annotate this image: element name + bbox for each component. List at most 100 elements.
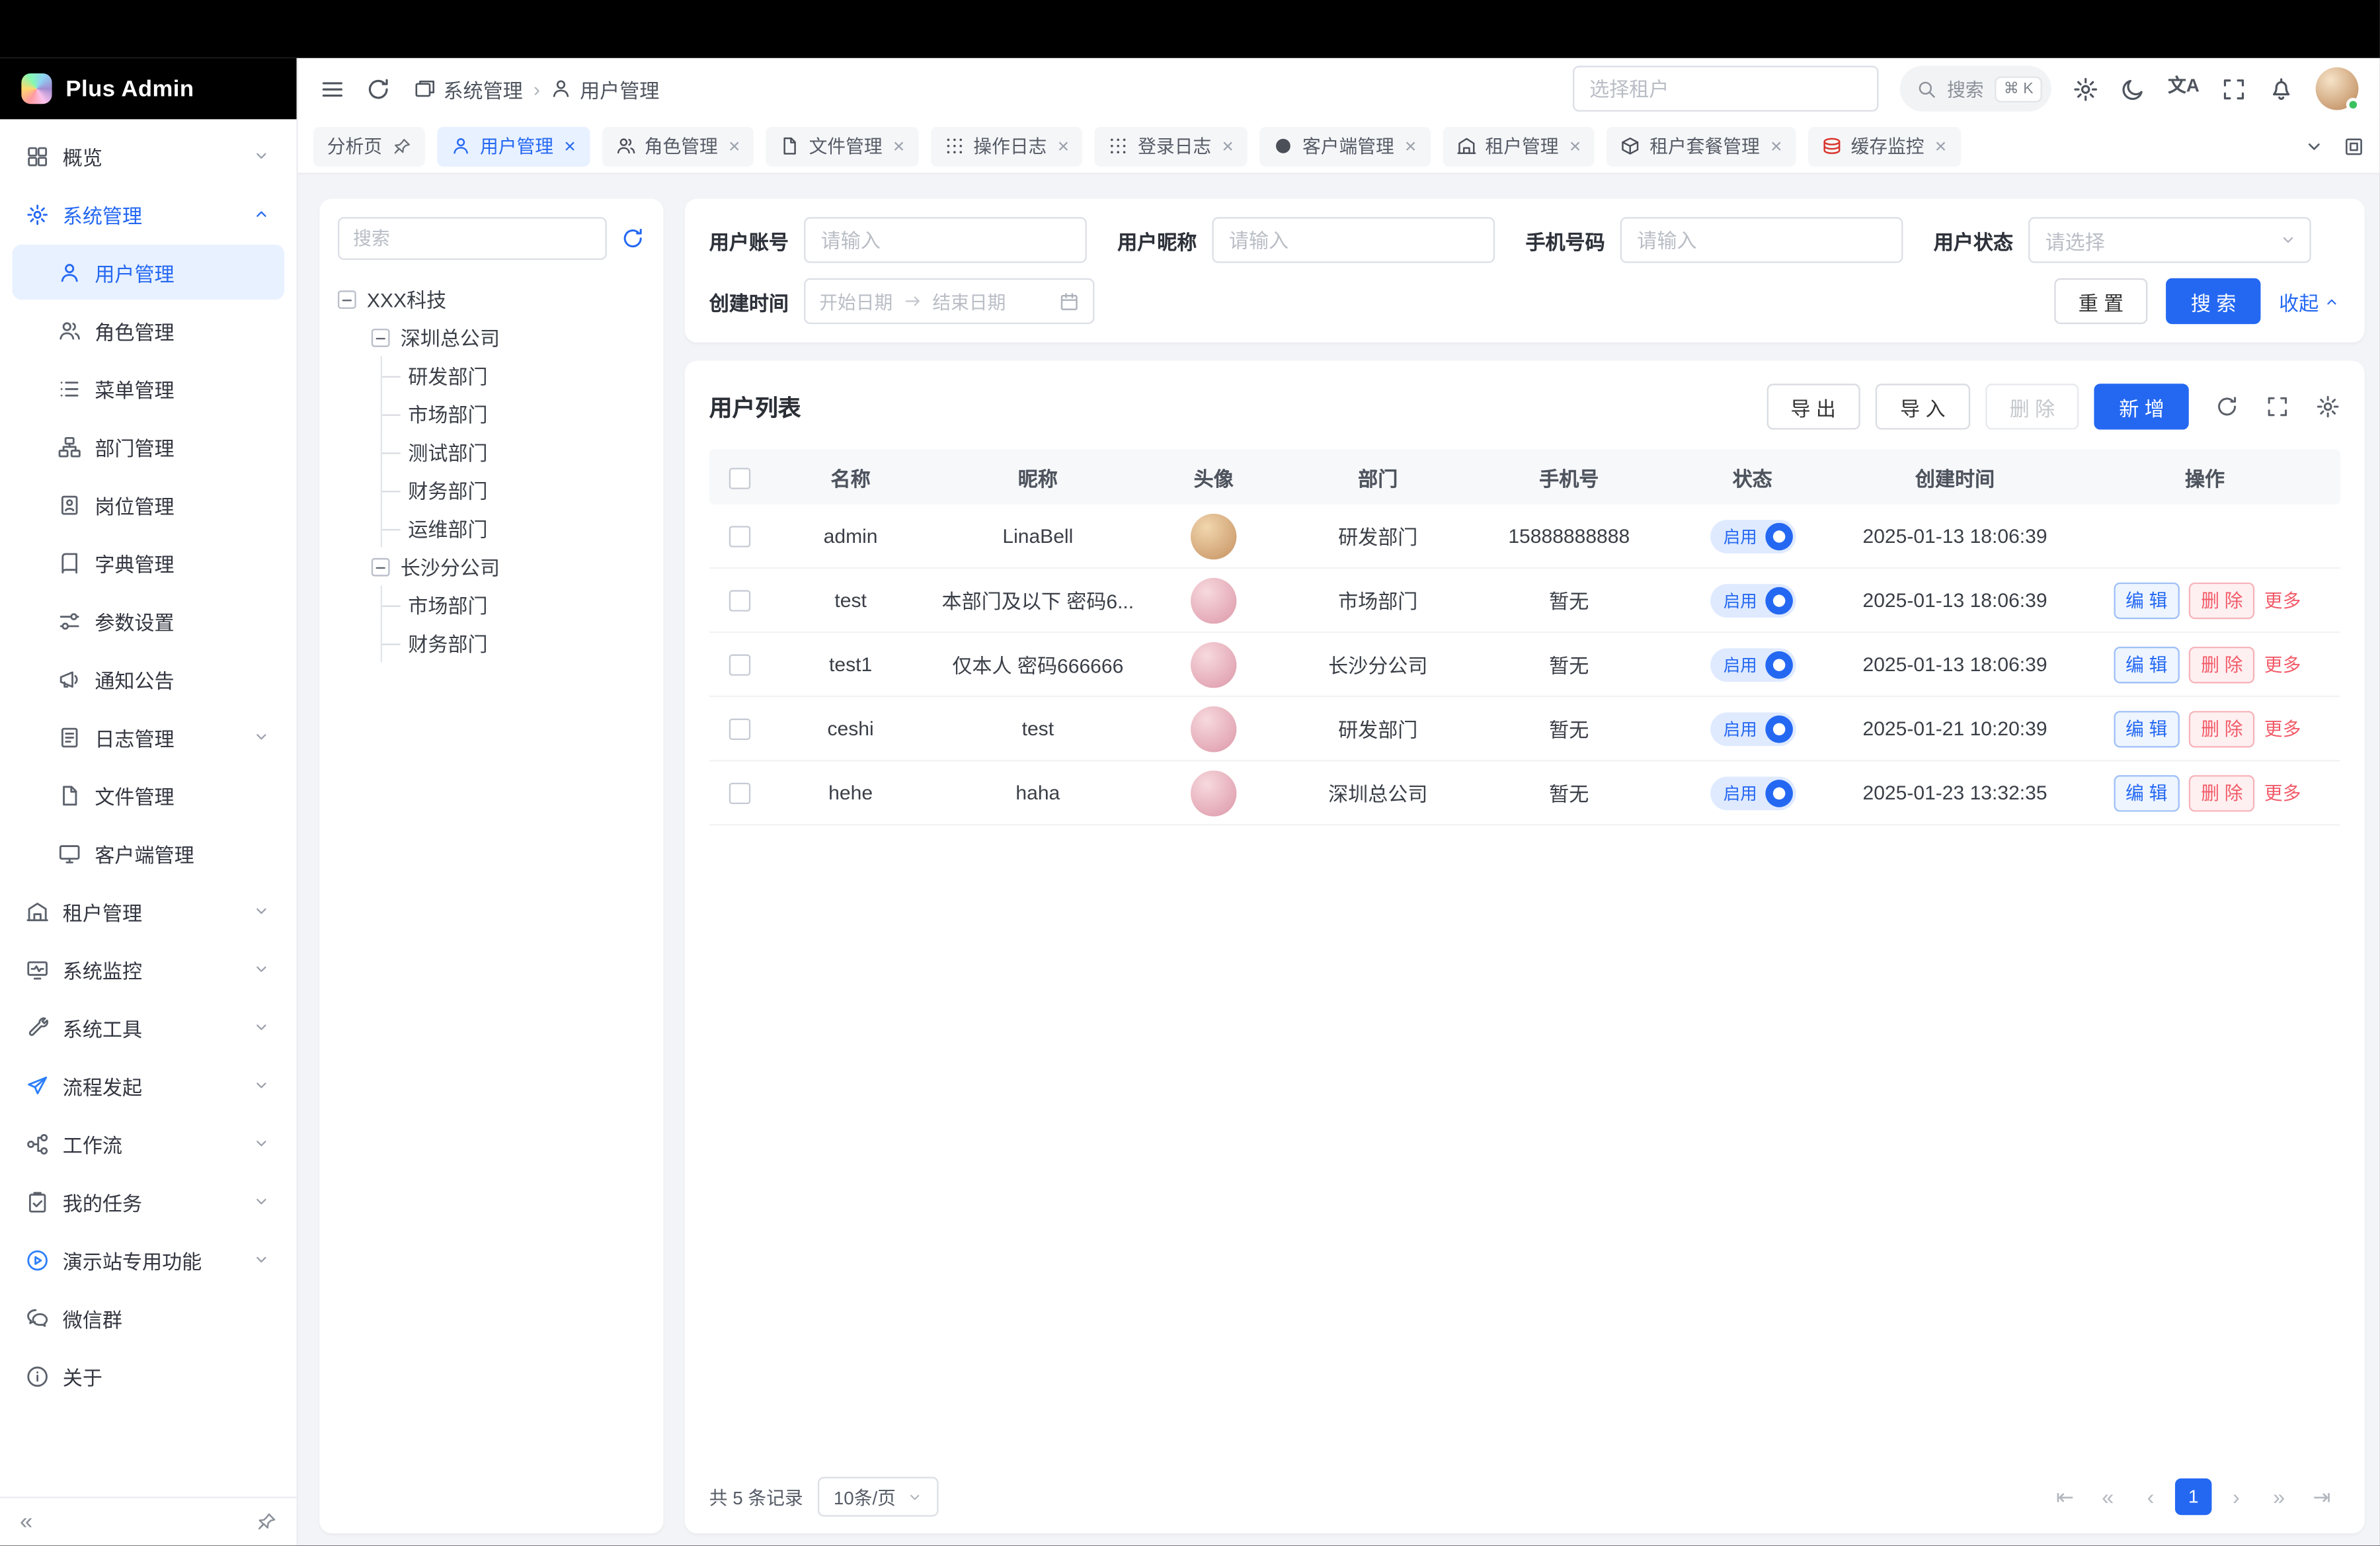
tab-close-icon[interactable]: × (1405, 136, 1417, 156)
row-avatar-image[interactable] (1191, 513, 1236, 559)
breadcrumb-item-user[interactable]: 用户管理 (551, 74, 659, 103)
select-all-checkbox[interactable] (729, 468, 750, 489)
prev-page-button[interactable]: ‹ (2132, 1479, 2168, 1515)
account-input[interactable] (804, 217, 1087, 263)
tree-expander-icon[interactable] (372, 328, 390, 346)
app-logo[interactable]: Plus Admin (0, 58, 297, 119)
row-avatar-image[interactable] (1191, 706, 1236, 751)
menu-toggle-button[interactable] (319, 75, 345, 101)
sidebar-item[interactable]: 概览 (12, 128, 284, 183)
sidebar-item[interactable]: 日志管理 (12, 710, 284, 764)
collapse-filters-link[interactable]: 收起 (2279, 287, 2340, 316)
delete-button[interactable]: 删 除 (2189, 582, 2255, 618)
sidebar-item[interactable]: 客户端管理 (12, 825, 284, 880)
global-search-button[interactable]: 搜索 ⌘ K (1899, 65, 2051, 111)
next-page-button[interactable]: › (2218, 1479, 2254, 1515)
tenant-select-input[interactable] (1573, 65, 1878, 111)
edit-button[interactable]: 编 辑 (2114, 710, 2180, 747)
tab-pin-icon[interactable] (393, 137, 411, 155)
status-toggle[interactable]: 启用 (1710, 776, 1795, 809)
table-refresh-button[interactable] (2215, 394, 2239, 419)
date-range-picker[interactable]: 开始日期 结束日期 (804, 278, 1094, 324)
sidebar-item[interactable]: 角色管理 (12, 303, 284, 358)
tab-close-icon[interactable]: × (1222, 136, 1234, 156)
settings-button[interactable] (2073, 75, 2099, 101)
edit-button[interactable]: 编 辑 (2114, 646, 2180, 682)
sidebar-item[interactable]: 字典管理 (12, 535, 284, 590)
tree-node[interactable]: 长沙分公司 (338, 548, 645, 586)
edit-button[interactable]: 编 辑 (2114, 774, 2180, 811)
sidebar-item[interactable]: 部门管理 (12, 419, 284, 473)
user-avatar[interactable] (2316, 67, 2359, 110)
sidebar-item[interactable]: 系统管理 (12, 186, 284, 241)
tree-search-input[interactable] (338, 217, 607, 260)
sidebar-item[interactable]: 文件管理 (12, 768, 284, 823)
next-group-button[interactable]: » (2260, 1479, 2297, 1515)
tab[interactable]: 登录日志 × (1095, 126, 1247, 166)
delete-button[interactable]: 删 除 (2189, 774, 2255, 811)
more-button[interactable]: 更多 (2264, 783, 2301, 804)
tree-node[interactable]: 深圳总公司 (338, 318, 645, 356)
pin-layout-icon[interactable] (257, 1512, 276, 1532)
edit-button[interactable]: 编 辑 (2114, 582, 2180, 618)
tree-node[interactable]: 财务部门 (338, 471, 645, 509)
tree-node[interactable]: 财务部门 (338, 624, 645, 662)
reset-button[interactable]: 重 置 (2054, 278, 2148, 324)
status-toggle[interactable]: 启用 (1710, 583, 1795, 617)
collapse-sidebar-button[interactable]: « (20, 1510, 32, 1533)
row-checkbox[interactable] (729, 655, 750, 676)
first-page-button[interactable]: ⇤ (2047, 1479, 2083, 1515)
sidebar-item[interactable]: 微信群 (12, 1290, 284, 1345)
tab-close-icon[interactable]: × (1935, 136, 1947, 156)
tree-node[interactable]: XXX科技 (338, 280, 645, 318)
phone-input[interactable] (1620, 217, 1903, 263)
page-size-select[interactable]: 10条/页 (818, 1477, 939, 1516)
search-button[interactable]: 搜 索 (2166, 278, 2260, 324)
content-fullscreen-button[interactable] (2343, 136, 2364, 157)
sidebar-item[interactable]: 工作流 (12, 1116, 284, 1171)
tree-node[interactable]: 研发部门 (338, 356, 645, 395)
tab-close-icon[interactable]: × (1770, 136, 1782, 156)
tree-expander-icon[interactable] (338, 290, 356, 308)
fullscreen-button[interactable] (2221, 75, 2246, 101)
tab[interactable]: 分析页 (313, 126, 425, 166)
status-toggle[interactable]: 启用 (1710, 712, 1795, 745)
language-button[interactable]: 文A (2168, 75, 2200, 101)
row-checkbox[interactable] (729, 719, 750, 740)
tab[interactable]: 缓存监控 × (1808, 126, 1960, 166)
more-button[interactable]: 更多 (2264, 655, 2301, 676)
sidebar-item[interactable]: 演示站专用功能 (12, 1232, 284, 1287)
prev-group-button[interactable]: « (2090, 1479, 2126, 1515)
theme-toggle-button[interactable] (2121, 75, 2147, 101)
more-button[interactable]: 更多 (2264, 719, 2301, 740)
export-button[interactable]: 导 出 (1766, 384, 1860, 429)
tree-refresh-button[interactable] (621, 226, 645, 251)
sidebar-item[interactable]: 系统监控 (12, 942, 284, 997)
row-avatar-image[interactable] (1191, 641, 1236, 687)
sidebar-item[interactable]: 岗位管理 (12, 477, 284, 532)
nickname-input[interactable] (1212, 217, 1495, 263)
more-button[interactable]: 更多 (2264, 590, 2301, 611)
tab-close-icon[interactable]: × (564, 136, 576, 156)
sidebar-item[interactable]: 流程发起 (12, 1058, 284, 1113)
current-page-button[interactable]: 1 (2175, 1479, 2211, 1515)
sidebar-item[interactable]: 菜单管理 (12, 361, 284, 416)
tree-node[interactable]: 市场部门 (338, 585, 645, 624)
tab-close-icon[interactable]: × (1058, 136, 1070, 156)
delete-button[interactable]: 删 除 (2189, 646, 2255, 682)
batch-delete-button[interactable]: 删 除 (1985, 384, 2079, 429)
tree-expander-icon[interactable] (372, 557, 390, 576)
tab-close-icon[interactable]: × (729, 136, 740, 156)
tree-node[interactable]: 测试部门 (338, 432, 645, 471)
delete-button[interactable]: 删 除 (2189, 710, 2255, 747)
row-checkbox[interactable] (729, 590, 750, 612)
tree-node[interactable]: 运维部门 (338, 509, 645, 548)
tab[interactable]: 文件管理 × (766, 126, 918, 166)
tab[interactable]: 租户管理 × (1443, 126, 1595, 166)
tabs-menu-button[interactable] (2303, 136, 2324, 157)
refresh-page-button[interactable] (366, 75, 391, 101)
row-checkbox[interactable] (729, 783, 750, 804)
row-avatar-image[interactable] (1191, 577, 1236, 623)
breadcrumb-item-system[interactable]: 系统管理 (415, 74, 523, 103)
sidebar-item[interactable]: 我的任务 (12, 1174, 284, 1229)
